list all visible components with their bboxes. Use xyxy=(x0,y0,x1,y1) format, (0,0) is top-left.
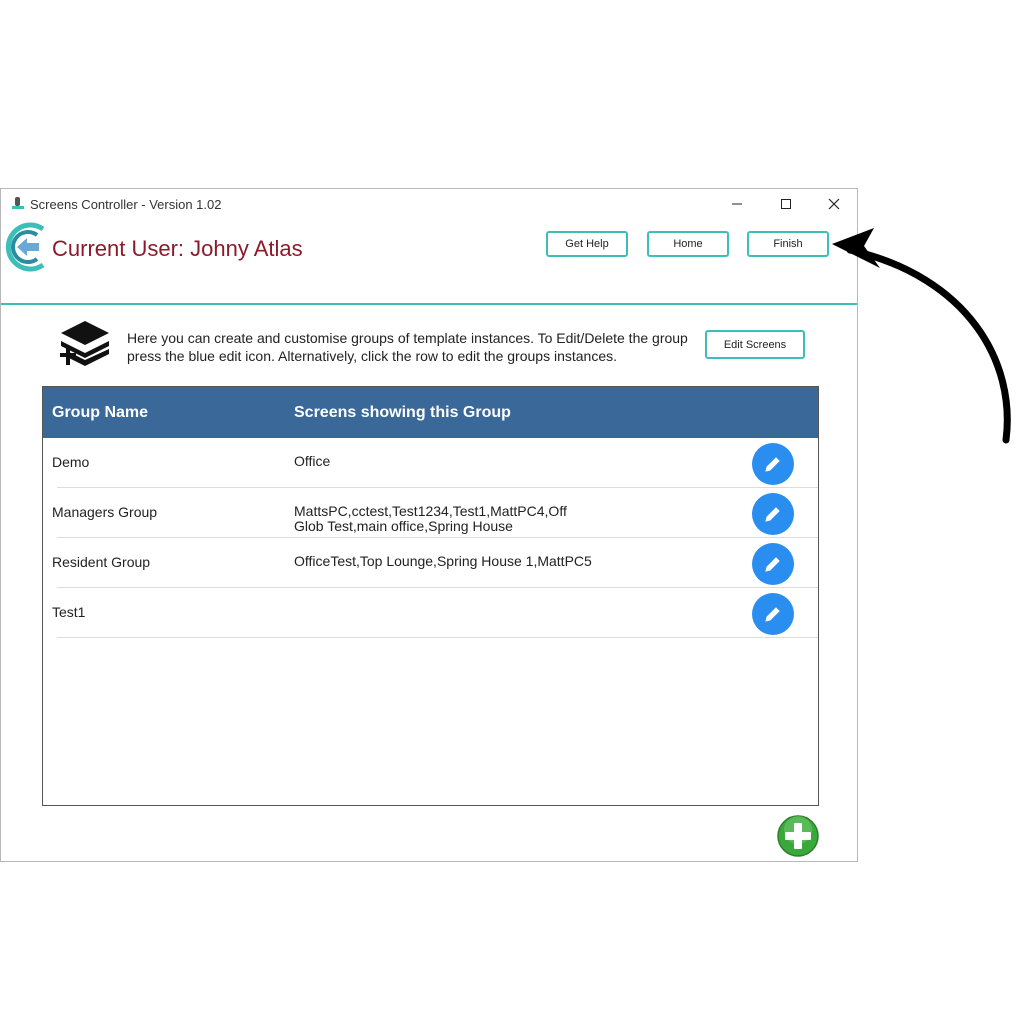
app-window: Screens Controller - Version 1.02 Curren… xyxy=(0,188,858,862)
screens-cell: OfficeTest,Top Lounge,Spring House 1,Mat… xyxy=(294,553,592,569)
get-help-button[interactable]: Get Help xyxy=(546,231,628,257)
edit-group-button[interactable] xyxy=(752,493,794,535)
table-row[interactable]: Managers Group MattsPC,cctest,Test1234,T… xyxy=(43,488,818,538)
home-button[interactable]: Home xyxy=(647,231,729,257)
screens-cell: MattsPC,cctest,Test1234,Test1,MattPC4,Of… xyxy=(294,503,567,534)
current-user-label: Current User: Johny Atlas xyxy=(52,236,303,261)
edit-screens-button[interactable]: Edit Screens xyxy=(705,330,805,359)
table-header: Group Name Screens showing this Group xyxy=(43,387,818,438)
group-name-cell: Demo xyxy=(52,454,90,470)
finish-button[interactable]: Finish xyxy=(747,231,829,257)
app-header: Current User: Johny Atlas Get Help Home … xyxy=(1,219,857,305)
pencil-icon xyxy=(765,557,780,572)
close-icon xyxy=(828,198,840,210)
window-title: Screens Controller - Version 1.02 xyxy=(30,197,222,212)
group-name-cell: Test1 xyxy=(52,604,86,620)
group-name-cell: Managers Group xyxy=(52,504,158,520)
column-header-screens: Screens showing this Group xyxy=(294,404,511,421)
groups-table: Group Name Screens showing this Group De… xyxy=(42,386,819,806)
edit-group-button[interactable] xyxy=(752,543,794,585)
close-button[interactable] xyxy=(811,191,857,217)
edit-group-button[interactable] xyxy=(752,443,794,485)
plus-circle-icon xyxy=(777,815,819,857)
info-description: Here you can create and customise groups… xyxy=(127,330,688,364)
group-name-cell: Resident Group xyxy=(52,554,151,570)
minimize-button[interactable] xyxy=(714,191,760,217)
pencil-icon xyxy=(765,507,780,522)
column-header-group-name: Group Name xyxy=(52,404,149,421)
maximize-icon xyxy=(781,199,791,209)
title-bar[interactable]: Screens Controller - Version 1.02 xyxy=(1,189,857,219)
row-divider xyxy=(57,637,818,638)
pencil-icon xyxy=(765,607,780,622)
pencil-icon xyxy=(765,457,780,472)
layers-add-icon xyxy=(60,321,109,366)
table-row[interactable]: Demo Office xyxy=(43,438,818,488)
curved-arrow xyxy=(832,228,1011,444)
back-arrow-logo[interactable] xyxy=(3,221,49,273)
table-row[interactable]: Test1 xyxy=(43,588,818,638)
app-icon xyxy=(12,197,24,209)
minimize-icon xyxy=(732,203,742,205)
maximize-button[interactable] xyxy=(763,191,809,217)
screens-cell: Office xyxy=(294,453,331,469)
table-row[interactable]: Resident Group OfficeTest,Top Lounge,Spr… xyxy=(43,538,818,588)
add-group-button[interactable] xyxy=(776,814,820,858)
edit-group-button[interactable] xyxy=(752,593,794,635)
header-divider xyxy=(1,303,857,305)
